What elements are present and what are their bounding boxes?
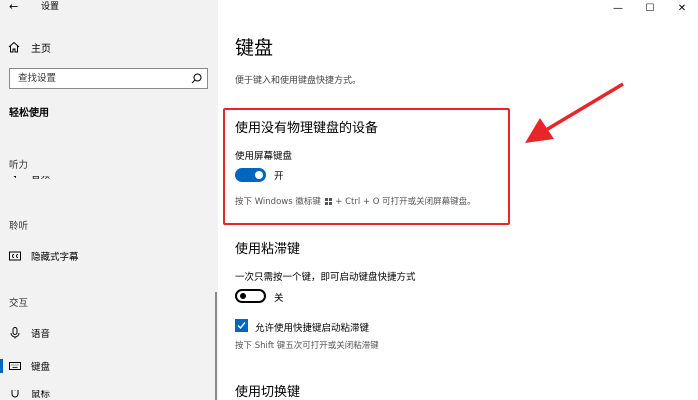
toggle-knob <box>255 171 263 179</box>
sidebar-item-closed-captions[interactable]: 隐藏式字幕 <box>0 247 218 265</box>
home-link[interactable]: 主页 <box>8 39 51 55</box>
toggle-keys-heading: 使用切换键 <box>235 385 301 400</box>
osk-heading: 使用没有物理键盘的设备 <box>235 121 379 136</box>
sidebar-item-label: 键盘 <box>31 362 51 373</box>
windows-logo-icon <box>324 198 332 205</box>
sticky-keys-setting-label: 一次只需按一个键，即可启动键盘快捷方式 <box>235 272 416 283</box>
sidebar-item-label: 语音 <box>31 329 51 340</box>
main-content: — ☐ ✕ 键盘 便于键入和使用键盘快捷方式。 使用没有物理键盘的设备 使用屏幕… <box>218 0 698 400</box>
window-controls: — ☐ ✕ <box>598 0 698 16</box>
osk-toggle[interactable] <box>235 168 266 182</box>
annotation-arrow-icon <box>525 82 624 143</box>
section-title: 轻松使用 <box>9 108 49 119</box>
sidebar-item-label: 音频 <box>31 176 50 181</box>
page-description: 便于键入和使用键盘快捷方式。 <box>235 76 362 86</box>
sticky-keys-toggle-state: 关 <box>274 293 284 304</box>
group-label-interaction: 交互 <box>9 298 29 309</box>
sticky-keys-hint: 按下 Shift 键五次可打开或关闭粘滞键 <box>235 341 379 351</box>
search-icon[interactable] <box>191 73 202 84</box>
closed-captions-icon <box>9 251 21 261</box>
search-input[interactable] <box>10 69 185 88</box>
group-label-hearing: 听力 <box>9 160 29 171</box>
home-icon <box>8 41 20 53</box>
sidebar-item-mouse[interactable]: 鼠标 <box>0 390 218 400</box>
sticky-keys-heading: 使用粘滞键 <box>235 242 301 257</box>
sidebar-item-keyboard[interactable]: 键盘 <box>0 357 218 375</box>
checkmark-icon <box>237 322 246 330</box>
microphone-icon <box>10 327 20 339</box>
mouse-icon <box>11 390 19 398</box>
titlebar: ← 设置 <box>0 0 218 16</box>
osk-hint-post: + Ctrl + O 可打开或关闭屏幕键盘。 <box>335 197 476 207</box>
osk-hint: 按下 Windows 徽标键 + Ctrl + O 可打开或关闭屏幕键盘。 <box>235 195 476 207</box>
group-label-listening: 聆听 <box>9 221 29 232</box>
sidebar-scrollbar[interactable] <box>215 292 217 400</box>
sticky-keys-shortcut-checkbox[interactable] <box>235 319 248 332</box>
osk-toggle-state: 开 <box>274 171 284 182</box>
osk-setting-label: 使用屏幕键盘 <box>235 151 293 162</box>
sidebar-item-label: 鼠标 <box>31 390 51 400</box>
home-label: 主页 <box>31 43 51 55</box>
page-title: 键盘 <box>235 37 274 59</box>
toggle-knob <box>240 293 246 299</box>
app-title: 设置 <box>41 2 60 12</box>
sidebar-item-speech[interactable]: 语音 <box>0 324 218 342</box>
keyboard-icon <box>9 362 21 370</box>
search-box[interactable] <box>9 68 208 89</box>
speaker-icon <box>13 176 16 179</box>
sidebar: ← 设置 主页 轻松使用 听力 音频 聆听 隐藏式字幕 交互 <box>0 0 218 400</box>
back-arrow-icon[interactable]: ← <box>9 1 18 13</box>
minimize-button[interactable]: — <box>602 0 634 16</box>
sticky-keys-shortcut-label: 允许使用快捷键启动粘滞键 <box>255 323 370 334</box>
sidebar-item-label: 隐藏式字幕 <box>31 252 79 263</box>
osk-hint-pre: 按下 Windows 徽标键 <box>235 197 321 207</box>
close-button[interactable]: ✕ <box>666 0 698 16</box>
sidebar-item-audio[interactable]: 音频 <box>0 176 218 185</box>
sticky-keys-toggle[interactable] <box>235 289 266 303</box>
maximize-button[interactable]: ☐ <box>634 0 666 16</box>
